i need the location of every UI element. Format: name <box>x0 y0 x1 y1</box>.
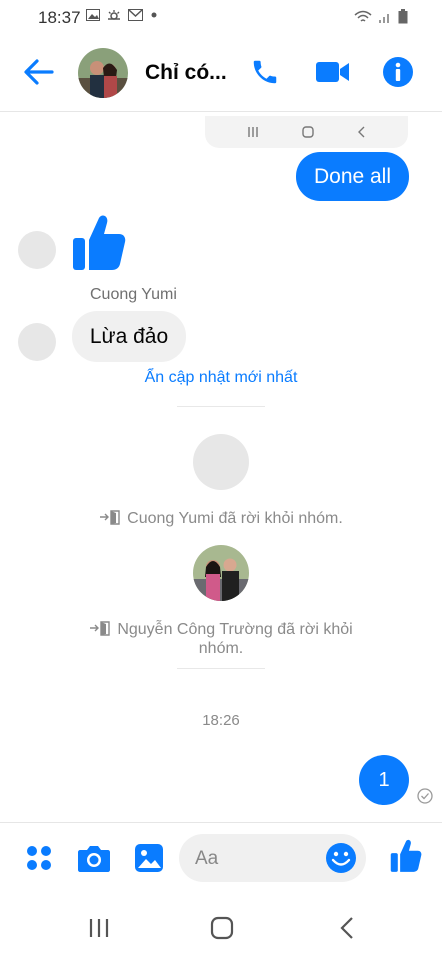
system-message: Cuong Yumi đã rời khỏi nhóm. <box>0 509 442 528</box>
timestamp: 18:26 <box>202 712 240 729</box>
system-navigation-bar <box>0 896 442 960</box>
like-icon <box>390 839 422 872</box>
home-icon <box>301 126 314 138</box>
gallery-button[interactable] <box>131 840 167 876</box>
status-notification-icons <box>86 9 159 21</box>
status-system-icons <box>354 9 408 24</box>
voice-call-button[interactable] <box>247 54 283 90</box>
recents-icon <box>89 919 109 937</box>
gallery-icon <box>135 844 163 872</box>
left-member-photo <box>193 545 249 601</box>
battery-icon <box>398 9 408 24</box>
outgoing-message[interactable]: 1 <box>359 755 409 805</box>
home-icon <box>210 916 234 940</box>
message-input-placeholder: Aa <box>195 848 219 869</box>
back-icon <box>340 917 353 939</box>
hide-updates-link[interactable]: Ẩn cập nhật mới nhất <box>0 369 442 387</box>
system-message: Nguyễn Công Trường đã rời khỏi nhóm. <box>0 620 442 658</box>
group-photo <box>78 48 128 98</box>
camera-button[interactable] <box>76 840 112 876</box>
leave-icon <box>90 621 111 636</box>
back-arrow-icon <box>24 59 54 85</box>
divider <box>177 668 265 669</box>
back-button[interactable] <box>20 54 56 90</box>
incoming-message[interactable]: Lừa đảo <box>72 311 186 362</box>
system-message-text: Cuong Yumi đã rời khỏi nhóm. <box>127 510 343 527</box>
avatar[interactable] <box>18 231 56 269</box>
signal-icon <box>379 13 389 23</box>
like-button[interactable] <box>388 838 424 874</box>
avatar[interactable] <box>18 323 56 361</box>
sender-name: Cuong Yumi <box>90 286 177 303</box>
emoji-icon[interactable] <box>325 842 357 874</box>
video-call-button[interactable] <box>313 54 353 90</box>
dot-icon <box>151 12 157 18</box>
recents-icon <box>247 127 258 137</box>
chat-header: Chỉ có... <box>0 34 442 112</box>
back-nav-button[interactable] <box>332 914 362 942</box>
image-icon <box>86 9 100 21</box>
apps-icon <box>27 846 51 870</box>
member-photo <box>193 545 249 601</box>
more-actions-button[interactable] <box>21 840 57 876</box>
like-sticker[interactable] <box>72 214 126 272</box>
home-button[interactable] <box>207 914 237 942</box>
video-camera-icon <box>316 62 349 82</box>
nav-overlay-preview <box>205 116 408 148</box>
recents-button[interactable] <box>84 914 114 942</box>
message-input[interactable]: Aa <box>179 834 366 882</box>
info-icon <box>383 57 413 87</box>
weather-icon <box>108 10 120 20</box>
divider <box>177 406 265 407</box>
gmail-icon <box>128 9 143 21</box>
status-bar: 18:37 <box>0 0 442 34</box>
info-button[interactable] <box>380 54 416 90</box>
outgoing-message[interactable]: Done all <box>296 152 409 201</box>
left-member-avatar <box>193 434 249 490</box>
back-icon <box>357 126 364 138</box>
chat-title[interactable]: Chỉ có... <box>145 61 227 85</box>
thumbs-up-icon <box>73 215 126 270</box>
sent-check-icon <box>417 788 433 804</box>
camera-icon <box>78 846 110 872</box>
system-message-text-line2: nhóm. <box>198 640 244 657</box>
phone-icon <box>253 60 277 84</box>
leave-icon <box>100 510 120 525</box>
message-composer: Aa <box>0 822 442 896</box>
wifi-icon <box>354 10 372 22</box>
system-message-text: Nguyễn Công Trường đã rời khỏi <box>117 621 353 638</box>
status-time: 18:37 <box>38 8 81 27</box>
group-avatar[interactable] <box>78 48 128 98</box>
